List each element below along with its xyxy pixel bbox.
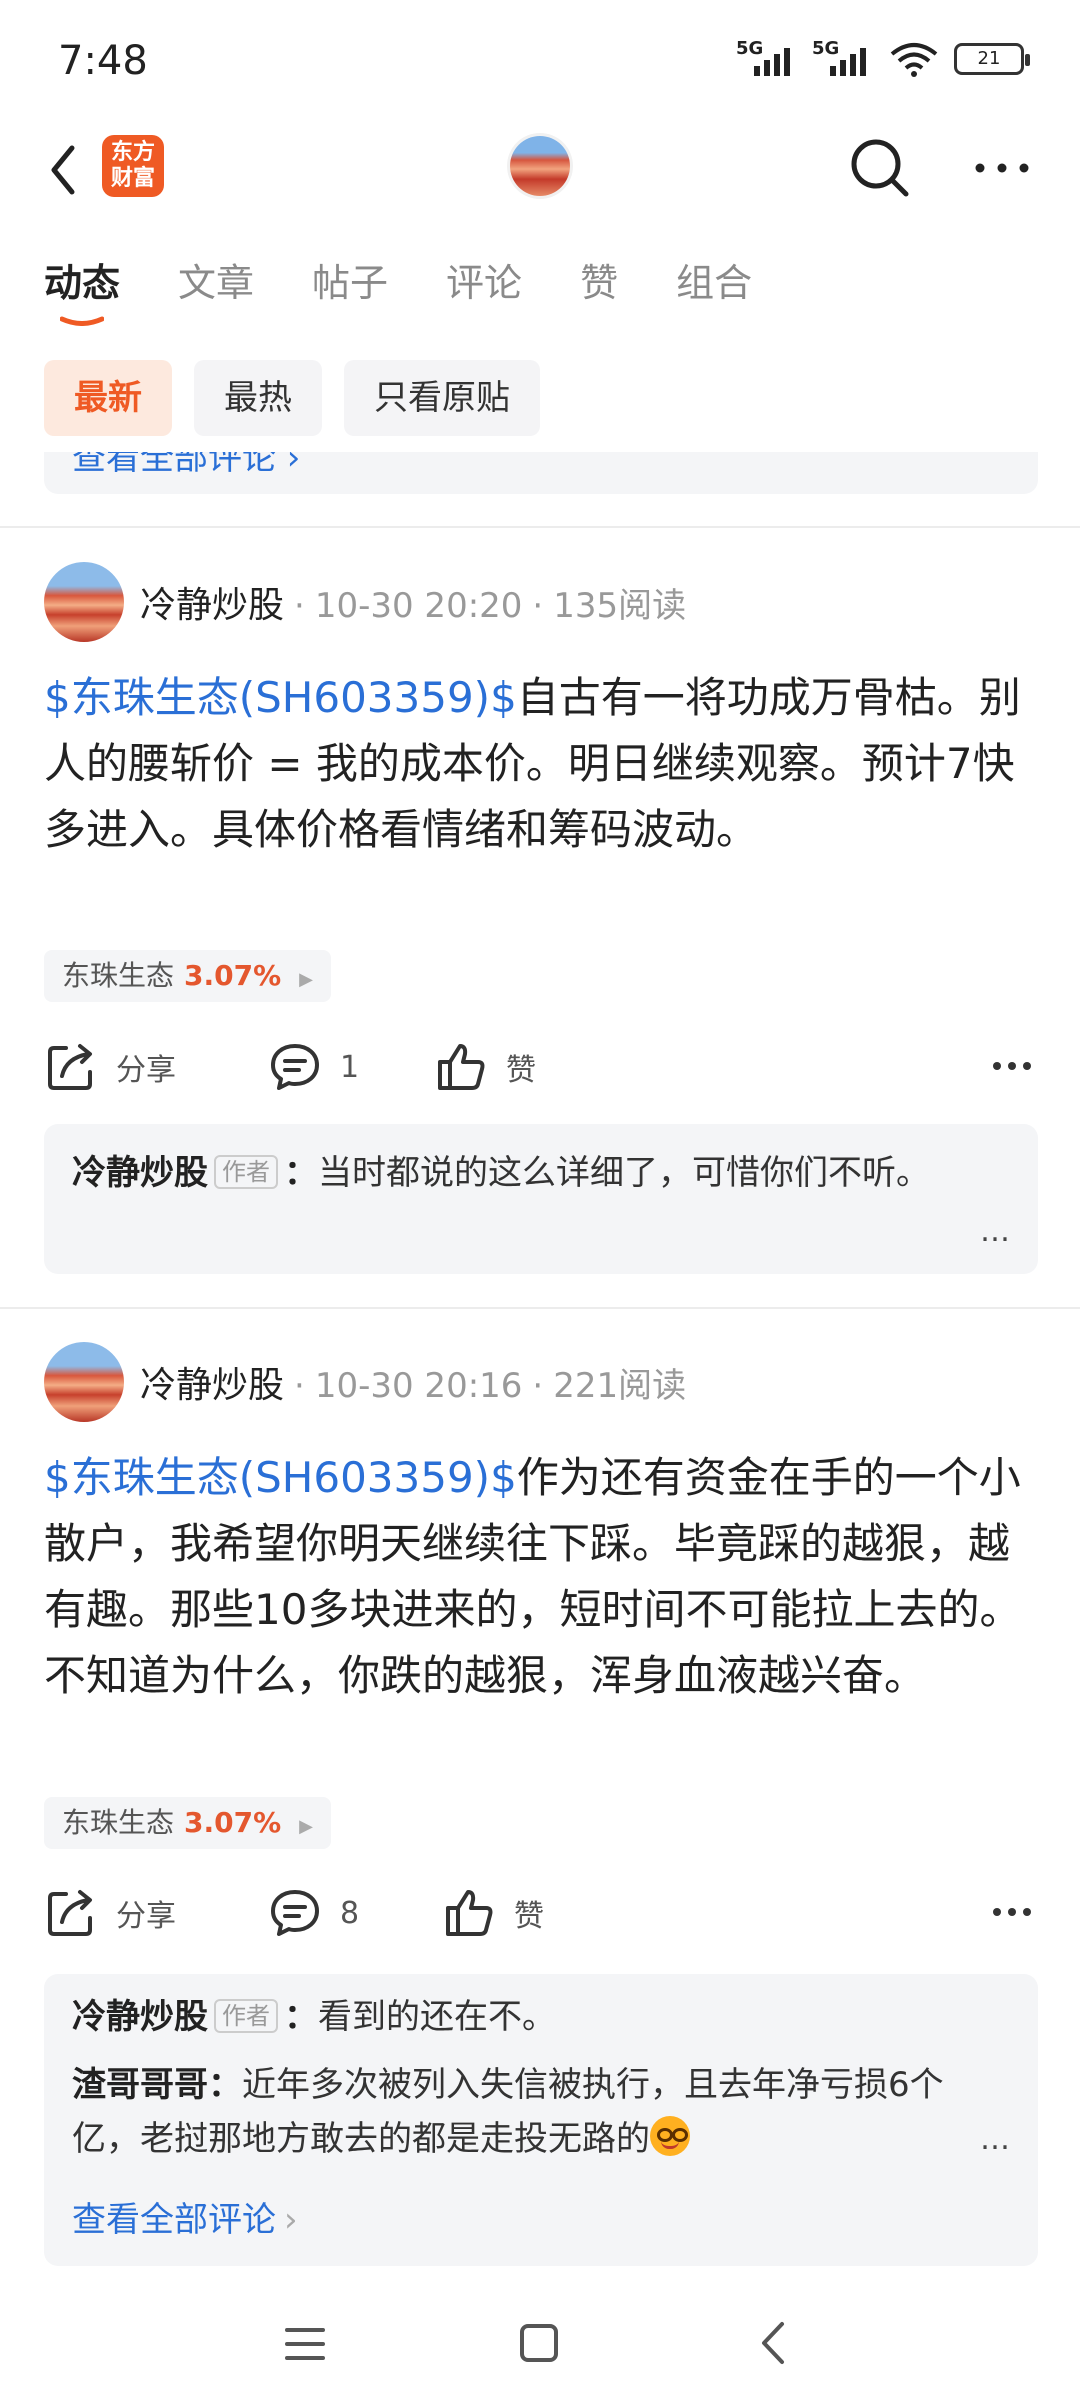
tab-portfolio[interactable]: 组合 — [676, 252, 752, 312]
tab-posts[interactable]: 帖子 — [312, 252, 388, 312]
user-avatar[interactable] — [510, 136, 570, 196]
post-actions: 分享 8 赞 — [44, 1878, 1038, 1948]
author-name[interactable]: 冷静炒股 — [140, 585, 284, 626]
post-meta: 冷静炒股 · 10-30 20:16 · 221阅读 — [140, 1365, 687, 1406]
view-all-comments-link[interactable]: 查看全部评论 › — [72, 452, 300, 479]
ellipsis-icon: … — [980, 2122, 1010, 2157]
post-card[interactable]: 冷静炒股 · 10-30 20:20 · 135阅读 $东珠生态(SH603359)$自… — [0, 528, 1080, 1308]
read-count: 221阅读 — [553, 1366, 687, 1406]
signal-icon: 5G — [736, 38, 798, 78]
post-meta: 冷静炒股 · 10-30 20:20 · 135阅读 — [140, 585, 687, 626]
filter-chips: 最新 最热 只看原贴 — [44, 360, 540, 436]
triangle-right-icon: ▶ — [299, 1816, 313, 1837]
back-icon[interactable] — [758, 2320, 788, 2366]
comment-item: 渣哥哥哥：近年多次被列入失信被执行，且去年净亏损6个亿，老挝那地方敢去的都是走投… — [72, 2065, 944, 2159]
status-bar: 7:48 5G 5G 21 — [0, 0, 1080, 120]
search-icon[interactable] — [848, 136, 912, 200]
thumbs-up-icon — [446, 1890, 493, 1936]
tab-dynamics[interactable]: 动态 — [44, 252, 120, 326]
filter-original-only[interactable]: 只看原贴 — [344, 360, 540, 436]
post-content[interactable]: $东珠生态(SH603359)$作为还有资金在手的一个小散户，我希望你明天继续往… — [44, 1445, 1034, 1709]
stock-name: 东珠生态 — [62, 1806, 175, 1839]
signal-icon: 5G — [812, 38, 874, 78]
menu-icon[interactable] — [285, 2326, 325, 2362]
grinning-face-emoji — [650, 2116, 690, 2156]
share-button[interactable]: 分享 — [44, 1032, 176, 1102]
filter-latest[interactable]: 最新 — [44, 360, 172, 436]
author-badge: 作者 — [214, 1155, 278, 1189]
battery-icon: 21 — [954, 43, 1030, 75]
tab-articles[interactable]: 文章 — [178, 252, 254, 312]
view-all-comments-link[interactable]: 查看全部评论 › — [72, 2192, 298, 2241]
stock-change: 3.07% — [184, 1806, 282, 1839]
comment-preview-box[interactable]: 冷静炒股 作者 ：当时都说的这么详细了，可惜你们不听。 … — [44, 1124, 1038, 1274]
system-nav-bar — [0, 2290, 1080, 2400]
share-icon — [48, 1044, 92, 1090]
like-button[interactable]: 赞 — [442, 1878, 544, 1948]
comment-author[interactable]: 渣哥哥哥 — [72, 2065, 208, 2105]
like-button[interactable]: 赞 — [434, 1032, 536, 1102]
tab-comments[interactable]: 评论 — [446, 252, 522, 312]
stock-link[interactable]: $东珠生态(SH603359)$ — [44, 1453, 517, 1502]
chevron-right-icon: › — [284, 2200, 298, 2240]
post-content[interactable]: $东珠生态(SH603359)$自古有一将功成万骨枯。别人的腰斩价 = 我的成本… — [44, 665, 1034, 863]
triangle-right-icon: ▶ — [299, 969, 313, 990]
more-icon[interactable] — [992, 1906, 1032, 1918]
stock-change: 3.07% — [184, 959, 282, 992]
ellipsis-icon: … — [980, 1214, 1010, 1249]
post-time: 10-30 20:20 — [314, 586, 523, 626]
author-avatar[interactable] — [44, 1342, 124, 1422]
tab-likes[interactable]: 赞 — [580, 252, 618, 312]
read-count: 135阅读 — [553, 586, 687, 626]
post-time: 10-30 20:16 — [314, 1366, 523, 1406]
filter-hottest[interactable]: 最热 — [194, 360, 322, 436]
home-icon[interactable] — [520, 2324, 558, 2362]
wifi-icon — [890, 43, 938, 77]
comment-text: 当时都说的这么详细了，可惜你们不听。 — [318, 1153, 930, 1193]
comment-text: 看到的还在不。 — [318, 1997, 556, 2037]
tab-bar: 动态 文章 帖子 评论 赞 组合 — [44, 252, 810, 332]
stock-tag[interactable]: 东珠生态 3.07% ▶ — [44, 1797, 331, 1849]
stock-link[interactable]: $东珠生态(SH603359)$ — [44, 673, 517, 722]
author-avatar[interactable] — [44, 562, 124, 642]
active-tab-indicator — [60, 316, 104, 326]
author-name[interactable]: 冷静炒股 — [140, 1365, 284, 1406]
comment-button[interactable]: 8 — [268, 1878, 359, 1948]
comment-author[interactable]: 冷静炒股 — [72, 1153, 208, 1193]
author-badge: 作者 — [214, 1999, 278, 2033]
status-icons: 5G 5G 21 — [736, 38, 1030, 78]
comment-preview-box[interactable]: 冷静炒股 作者 ：看到的还在不。 渣哥哥哥：近年多次被列入失信被执行，且去年净亏损6… — [44, 1974, 1038, 2266]
comment-button[interactable]: 1 — [268, 1032, 359, 1102]
comment-item: 冷静炒股 作者 ：看到的还在不。 — [72, 1997, 556, 2037]
stock-tag[interactable]: 东珠生态 3.07% ▶ — [44, 950, 331, 1002]
share-button[interactable]: 分享 — [44, 1878, 176, 1948]
status-time: 7:48 — [58, 38, 148, 84]
comment-author[interactable]: 冷静炒股 — [72, 1997, 208, 2037]
back-icon[interactable] — [42, 138, 86, 202]
comment-icon — [271, 1044, 319, 1090]
stock-name: 东珠生态 — [62, 959, 175, 992]
previous-comment-box: 查看全部评论 › — [44, 452, 1038, 494]
top-bar: 东方 财富 — [0, 120, 1080, 220]
comment-icon — [271, 1890, 319, 1936]
post-card[interactable]: 冷静炒股 · 10-30 20:16 · 221阅读 $东珠生态(SH603359)$作… — [0, 1308, 1080, 2278]
app-logo[interactable]: 东方 财富 — [102, 135, 164, 197]
comment-item: 冷静炒股 作者 ：当时都说的这么详细了，可惜你们不听。 — [72, 1153, 930, 1193]
share-icon — [48, 1890, 92, 1936]
thumbs-up-icon — [438, 1044, 485, 1090]
post-actions: 分享 1 赞 — [44, 1032, 1038, 1102]
more-icon[interactable] — [974, 158, 1030, 178]
more-icon[interactable] — [992, 1060, 1032, 1072]
